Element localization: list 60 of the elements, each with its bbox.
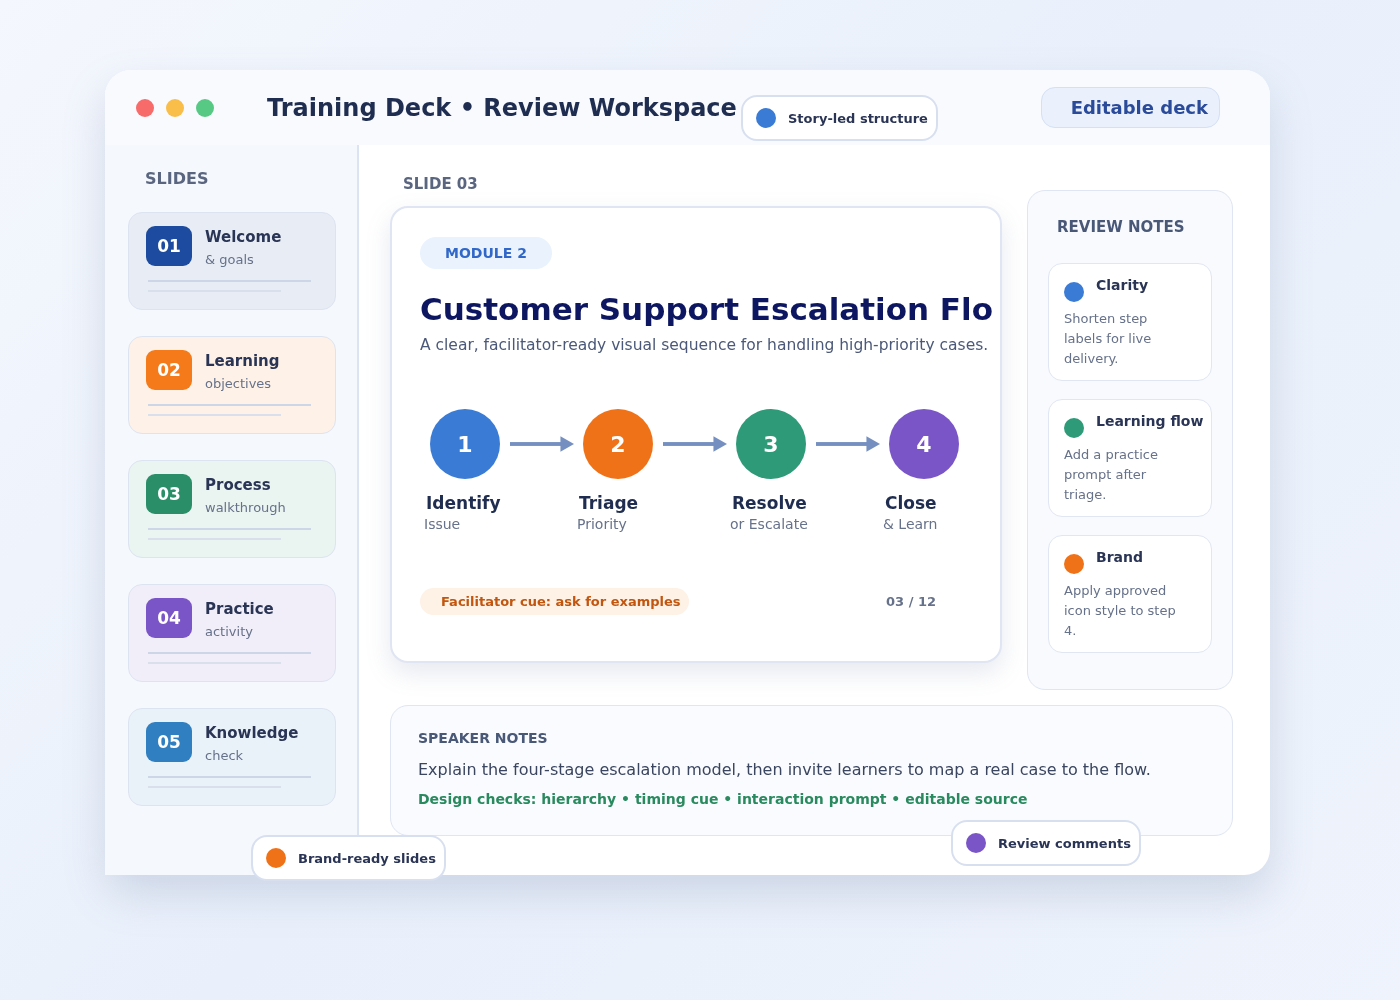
- step-subtitle: Issue: [424, 516, 462, 532]
- slide-number: 03: [146, 474, 192, 514]
- slide-title: Learning: [205, 352, 280, 370]
- slide-thumbnail[interactable]: 05 Knowledge check: [128, 708, 336, 806]
- slide-title: Knowledge: [205, 724, 299, 742]
- slide-thumbnail[interactable]: 01 Welcome & goals: [128, 212, 336, 310]
- note-text: Apply approved icon style to step 4.: [1064, 582, 1176, 640]
- slide-subtitle: check: [205, 748, 245, 763]
- step-number: 2: [583, 409, 653, 479]
- slide-number: 01: [146, 226, 192, 266]
- editable-deck-button[interactable]: Editable deck: [1040, 87, 1220, 128]
- step-number: 1: [430, 409, 500, 479]
- slide-thumbnail[interactable]: 03 Process walkthrough: [128, 460, 336, 558]
- close-button[interactable]: [136, 98, 154, 117]
- slide-subtitle: objectives: [205, 376, 273, 391]
- slide-number: 02: [146, 350, 192, 390]
- slide-subtitle: & goals: [205, 252, 255, 267]
- slide-subtitle: activity: [205, 624, 254, 639]
- window-title: Training Deck • Review Workspace: [267, 93, 737, 122]
- design-checks: Design checks: hierarchy • timing cue • interaction prompt • editable source: [418, 791, 1029, 807]
- step-title: Triage: [579, 493, 640, 513]
- speaker-notes-heading: SPEAKER NOTES: [418, 730, 549, 746]
- step-subtitle: & Learn: [883, 516, 939, 532]
- step-subtitle: or Escalate: [730, 516, 809, 532]
- slide-title: Practice: [205, 600, 274, 618]
- slide-title: Process: [205, 476, 272, 494]
- maximize-button[interactable]: [196, 98, 214, 117]
- sidebar-heading: SLIDES: [145, 169, 210, 188]
- slide-thumbnail[interactable]: 04 Practice activity: [128, 584, 336, 682]
- slide-subtitle: walkthrough: [205, 500, 286, 515]
- slide-label: SLIDE 03: [403, 175, 479, 193]
- module-tag: MODULE 2: [420, 237, 552, 269]
- step-title: Resolve: [732, 493, 808, 513]
- chip-label: Review comments: [998, 835, 1131, 851]
- step-number: 3: [736, 409, 806, 479]
- slide-number: 04: [146, 598, 192, 638]
- facilitator-cue: Facilitator cue: ask for examples: [420, 588, 689, 615]
- note-title: Clarity: [1096, 277, 1149, 293]
- speaker-notes-text: Explain the four-stage escalation model, then invite learners to map a real case to the flow.: [418, 760, 1152, 779]
- step-title: Close: [885, 493, 938, 513]
- arrow-icon: [510, 436, 574, 452]
- slide-number: 05: [146, 722, 192, 762]
- chip-label: Brand-ready slides: [298, 850, 436, 866]
- chip-label: Story-led structure: [788, 110, 928, 126]
- step-title: Identify: [426, 493, 502, 513]
- note-text: Shorten step labels for live delivery.: [1064, 310, 1153, 368]
- note-title: Learning flow: [1096, 413, 1204, 429]
- note-text: Add a practice prompt after triage.: [1064, 446, 1159, 504]
- slide-title: Welcome: [205, 228, 282, 246]
- step-number: 4: [889, 409, 959, 479]
- minimize-button[interactable]: [166, 98, 184, 117]
- step-subtitle: Priority: [577, 516, 628, 532]
- slide-title: Customer Support Escalation Flo: [420, 291, 993, 327]
- page-counter: 03 / 12: [886, 594, 936, 609]
- arrow-icon: [816, 436, 880, 452]
- note-title: Brand: [1096, 549, 1143, 565]
- slide-thumbnail[interactable]: 02 Learning objectives: [128, 336, 336, 434]
- arrow-icon: [663, 436, 727, 452]
- slide-subtitle: A clear, facilitator-ready visual sequence for handling high-priority cases.: [420, 336, 989, 354]
- review-heading: REVIEW NOTES: [1057, 218, 1186, 236]
